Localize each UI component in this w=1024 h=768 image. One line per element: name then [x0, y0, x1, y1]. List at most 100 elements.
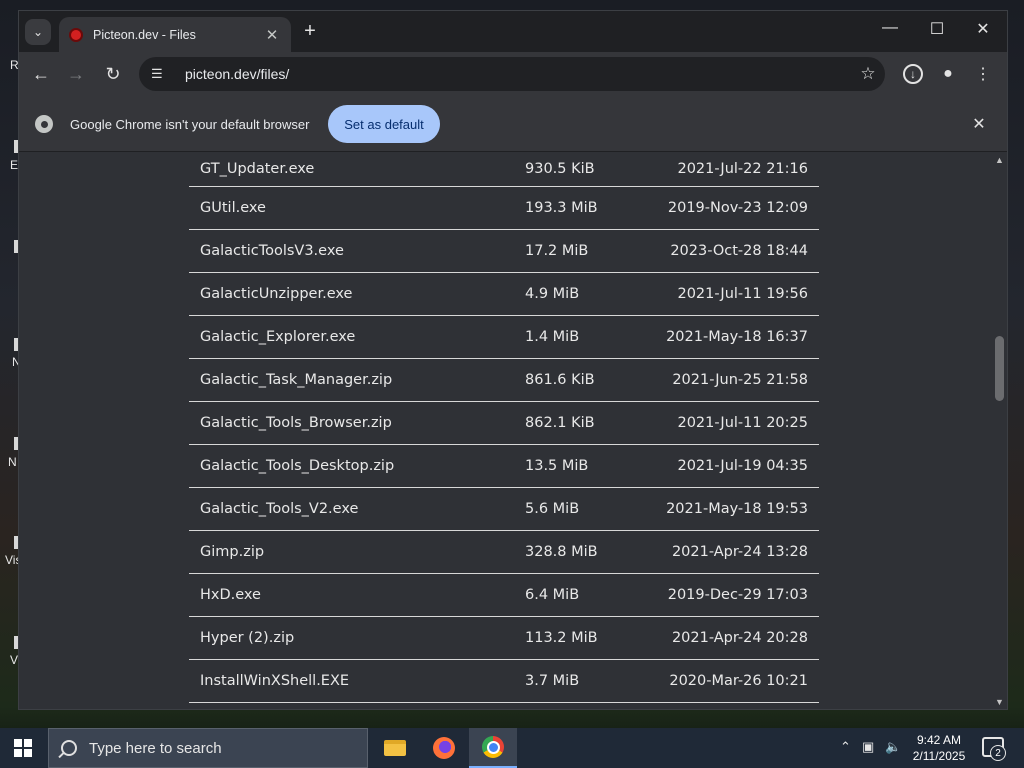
scrollbar-thumb[interactable]	[995, 336, 1004, 401]
file-modified-date: 2021-Jul-11 20:25	[677, 415, 808, 431]
start-button[interactable]	[14, 739, 32, 757]
file-row[interactable]: Galactic_Explorer.exe 1.4 MiB 2021-May-18 …	[189, 316, 819, 359]
show-hidden-icons-chevron-icon[interactable]: ⌃	[840, 739, 851, 755]
browser-toolbar: ← → ↻ ☰ picteon.dev/files/ ☆ ↓ ● ⋮	[19, 52, 1007, 96]
file-name-link[interactable]: GUtil.exe	[189, 200, 525, 216]
file-size: 113.2 MiB	[525, 630, 598, 646]
file-row[interactable]: Galactic_Tools_V2.exe 5.6 MiB 2021-May-18 …	[189, 488, 819, 531]
site-favicon-icon	[69, 27, 83, 42]
page-content: GT_Updater.exe 930.5 KiB 2021-Jul-22 21:16…	[19, 152, 992, 709]
default-browser-infobar: Google Chrome isn't your default browser…	[19, 96, 1007, 152]
set-as-default-button[interactable]: Set as default	[328, 105, 440, 143]
file-row[interactable]: GUtil.exe 193.3 MiB 2019-Nov-23 12:09	[189, 187, 819, 230]
firefox-taskbar-button[interactable]	[420, 728, 468, 768]
reload-button[interactable]: ↻	[99, 60, 127, 88]
file-modified-date: 2019-Nov-23 12:09	[667, 200, 808, 216]
file-row[interactable]: InstallWinXShell.EXE 3.7 MiB 2020-Mar-26 1…	[189, 660, 819, 703]
file-size: 1.4 MiB	[525, 329, 580, 345]
chevron-down-icon: ⌄	[32, 25, 44, 39]
chrome-taskbar-button[interactable]	[469, 728, 517, 768]
file-name-link[interactable]: Hyper (2).zip	[189, 630, 525, 646]
file-name-link[interactable]: HxD.exe	[189, 587, 525, 603]
file-row[interactable]: GalacticUnzipper.exe 4.9 MiB 2021-Jul-11 1…	[189, 273, 819, 316]
maximize-button[interactable]: ☐	[922, 19, 952, 39]
file-size: 4.9 MiB	[525, 286, 580, 302]
file-modified-date: 2021-Jul-19 04:35	[677, 458, 808, 474]
file-modified-date: 2019-Dec-29 17:03	[667, 587, 808, 603]
firefox-icon	[433, 737, 455, 759]
new-tab-button[interactable]: +	[299, 21, 321, 41]
file-row[interactable]: HxD.exe 6.4 MiB 2019-Dec-29 17:03	[189, 574, 819, 617]
file-explorer-taskbar-button[interactable]	[371, 728, 419, 768]
file-modified-date: 2021-Jul-22 21:16	[677, 161, 808, 177]
back-arrow-icon: ←	[32, 63, 50, 84]
file-list-table: GT_Updater.exe 930.5 KiB 2021-Jul-22 21:16…	[189, 152, 819, 709]
taskbar-clock[interactable]: 9:42 AM 2/11/2025	[908, 732, 970, 764]
file-size: 862.1 KiB	[525, 415, 595, 431]
tab-search-button[interactable]: ⌄	[25, 19, 51, 45]
file-name-link[interactable]: GalacticToolsV3.exe	[189, 243, 525, 259]
bookmark-star-icon[interactable]: ☆	[851, 64, 885, 84]
file-name-link[interactable]: Galactic_Explorer.exe	[189, 329, 525, 345]
download-icon: ↓	[903, 64, 923, 84]
chrome-logo-icon	[35, 115, 53, 133]
search-icon	[61, 740, 77, 756]
kebab-menu-icon: ⋮	[975, 66, 991, 83]
notification-count-badge: 2	[990, 745, 1006, 761]
file-name-link[interactable]: GalacticUnzipper.exe	[189, 286, 525, 302]
page-scrollbar[interactable]: ▲ ▼	[992, 152, 1007, 709]
file-modified-date: 2021-Jun-25 21:58	[672, 372, 808, 388]
file-modified-date: 2021-May-18 16:37	[666, 329, 808, 345]
scroll-down-arrow-icon[interactable]: ▼	[995, 697, 1004, 707]
clock-date: 2/11/2025	[912, 749, 966, 763]
file-name-link[interactable]: Galactic_Task_Manager.zip	[189, 372, 525, 388]
file-name-link[interactable]: Galactic_Tools_Browser.zip	[189, 415, 525, 431]
profile-button[interactable]: ●	[936, 62, 960, 86]
file-modified-date: 2021-Jul-11 19:56	[677, 286, 808, 302]
forward-button[interactable]: →	[62, 60, 90, 88]
url-text[interactable]: picteon.dev/files/	[185, 66, 851, 82]
file-size: 3.7 MiB	[525, 673, 580, 689]
tab-active[interactable]: Picteon.dev - Files ✕	[59, 17, 291, 52]
file-modified-date: 2021-Apr-24 20:28	[671, 630, 808, 646]
file-modified-date: 2021-May-18 19:53	[666, 501, 808, 517]
file-row[interactable]: Galactic_Task_Manager.zip 861.6 KiB 2021-J…	[189, 359, 819, 402]
taskbar-search-box[interactable]: Type here to search	[48, 728, 368, 768]
search-placeholder: Type here to search	[89, 739, 222, 757]
reload-icon: ↻	[105, 63, 121, 84]
tab-strip: ⌄ Picteon.dev - Files ✕ + — ☐ ✕	[19, 11, 1007, 52]
back-button[interactable]: ←	[27, 60, 55, 88]
scroll-up-arrow-icon[interactable]: ▲	[995, 155, 1004, 165]
tab-title: Picteon.dev - Files	[93, 27, 196, 42]
file-size: 17.2 MiB	[525, 243, 589, 259]
file-size: 6.4 MiB	[525, 587, 580, 603]
file-name-link[interactable]: InstallWinXShell.EXE	[189, 673, 525, 689]
site-settings-icon[interactable]: ☰	[151, 66, 175, 82]
chrome-icon	[482, 736, 504, 758]
file-row[interactable]: Hyper (2).zip 113.2 MiB 2021-Apr-24 20:28	[189, 617, 819, 660]
browser-window: ⌄ Picteon.dev - Files ✕ + — ☐ ✕ ← → ↻ ☰ …	[18, 10, 1008, 710]
file-name-link[interactable]: Galactic_Tools_V2.exe	[189, 501, 525, 517]
file-row[interactable]: Galactic_Tools_Desktop.zip 13.5 MiB 2021-J…	[189, 445, 819, 488]
network-icon[interactable]: ▣	[862, 739, 874, 755]
chrome-menu-button[interactable]: ⋮	[971, 62, 995, 86]
file-name-link[interactable]: Galactic_Tools_Desktop.zip	[189, 458, 525, 474]
file-size: 328.8 MiB	[525, 544, 598, 560]
file-row[interactable]: GalacticToolsV3.exe 17.2 MiB 2023-Oct-28 1…	[189, 230, 819, 273]
file-modified-date: 2023-Oct-28 18:44	[670, 243, 808, 259]
file-name-link[interactable]: Gimp.zip	[189, 544, 525, 560]
address-bar[interactable]: ☰ picteon.dev/files/ ☆	[139, 57, 885, 91]
minimize-button[interactable]: —	[875, 19, 905, 37]
file-row[interactable]: Gimp.zip 328.8 MiB 2021-Apr-24 13:28	[189, 531, 819, 574]
volume-muted-icon[interactable]: 🔈	[885, 739, 901, 755]
downloads-button[interactable]: ↓	[901, 62, 925, 86]
close-window-button[interactable]: ✕	[968, 19, 998, 39]
file-size: 930.5 KiB	[525, 161, 595, 177]
file-name-link[interactable]: GT_Updater.exe	[189, 161, 525, 177]
file-row[interactable]: GT_Updater.exe 930.5 KiB 2021-Jul-22 21:16	[189, 152, 819, 187]
close-infobar-icon[interactable]: ✕	[969, 114, 989, 134]
file-row[interactable]: Galactic_Tools_Browser.zip 862.1 KiB 2021-…	[189, 402, 819, 445]
close-tab-icon[interactable]: ✕	[263, 26, 281, 44]
file-modified-date: 2020-Mar-26 10:21	[669, 673, 808, 689]
forward-arrow-icon: →	[67, 63, 85, 84]
